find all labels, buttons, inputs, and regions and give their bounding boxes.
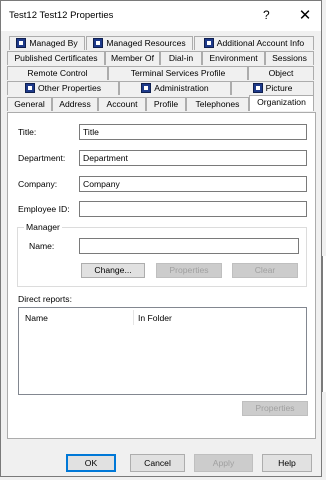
manager-name-field[interactable] [79,238,299,254]
tab-published-certificates[interactable]: Published Certificates [7,51,105,65]
tab-general[interactable]: General [7,97,52,111]
administration-icon [141,83,152,93]
organization-panel: Title: Title Department: Department Comp… [7,112,316,439]
help-button[interactable]: Help [262,454,312,472]
tab-row-1: Managed By Managed Resources Additional … [7,36,314,50]
employee-id-field[interactable] [79,201,307,217]
tab-terminal-services-profile[interactable]: Terminal Services Profile [108,66,248,80]
title-bar: Test12 Test12 Properties ? ✕ [1,1,321,31]
tab-organization[interactable]: Organization [249,95,314,111]
company-field[interactable]: Company [79,176,307,192]
change-button[interactable]: Change... [81,263,145,278]
tab-object[interactable]: Object [248,66,314,80]
tab-row-5: General Address Account Profile Telephon… [7,95,314,111]
tab-address[interactable]: Address [52,97,98,111]
manager-group-title: Manager [24,222,62,232]
column-header-name[interactable]: Name [25,313,48,323]
tab-remote-control[interactable]: Remote Control [7,66,108,80]
tab-managed-by[interactable]: Managed By [9,36,85,50]
title-field[interactable]: Title [79,124,307,140]
title-label: Title: [18,127,37,137]
manager-properties-button[interactable]: Properties [156,263,222,278]
direct-reports-list[interactable]: Name In Folder [18,307,307,395]
company-label: Company: [18,179,58,189]
help-icon[interactable]: ? [263,8,270,22]
tab-environment[interactable]: Environment [202,51,265,65]
tab-row-2: Published Certificates Member Of Dial-in… [7,51,314,65]
background-window-edge [322,256,326,392]
ok-button[interactable]: OK [66,454,116,472]
cancel-button[interactable]: Cancel [130,454,185,472]
picture-icon [252,83,263,93]
apply-button[interactable]: Apply [194,454,253,472]
close-icon[interactable]: ✕ [294,5,316,27]
tab-row-3: Remote Control Terminal Services Profile… [7,66,314,80]
tab-profile[interactable]: Profile [146,97,186,111]
tab-picture[interactable]: Picture [231,81,314,95]
department-field[interactable]: Department [79,150,307,166]
department-label: Department: [18,153,66,163]
managed-resources-icon [93,38,104,48]
manager-name-label: Name: [29,241,55,251]
column-divider[interactable] [133,310,134,325]
managed-by-icon [16,38,27,48]
tab-member-of[interactable]: Member Of [105,51,160,65]
tab-account[interactable]: Account [98,97,146,111]
tab-additional-account-info[interactable]: Additional Account Info [194,36,314,50]
tab-row-4: Other Properties Administration Picture [7,81,314,95]
clear-button[interactable]: Clear [232,263,298,278]
direct-reports-label: Direct reports: [18,294,72,304]
column-header-in-folder[interactable]: In Folder [138,313,172,323]
tab-other-properties[interactable]: Other Properties [7,81,119,95]
tab-telephones[interactable]: Telephones [186,97,249,111]
reports-properties-button[interactable]: Properties [242,401,308,416]
additional-account-info-icon [203,38,214,48]
employee-id-label: Employee ID: [18,204,70,214]
window-title: Test12 Test12 Properties [9,10,114,21]
other-properties-icon [24,83,35,93]
properties-dialog: Test12 Test12 Properties ? ✕ Managed By … [0,0,322,477]
tab-administration[interactable]: Administration [119,81,231,95]
tab-managed-resources[interactable]: Managed Resources [86,36,193,50]
manager-group: Manager Name: Change... Properties Clear [17,222,307,287]
tab-sessions[interactable]: Sessions [265,51,314,65]
tab-dial-in[interactable]: Dial-in [160,51,202,65]
